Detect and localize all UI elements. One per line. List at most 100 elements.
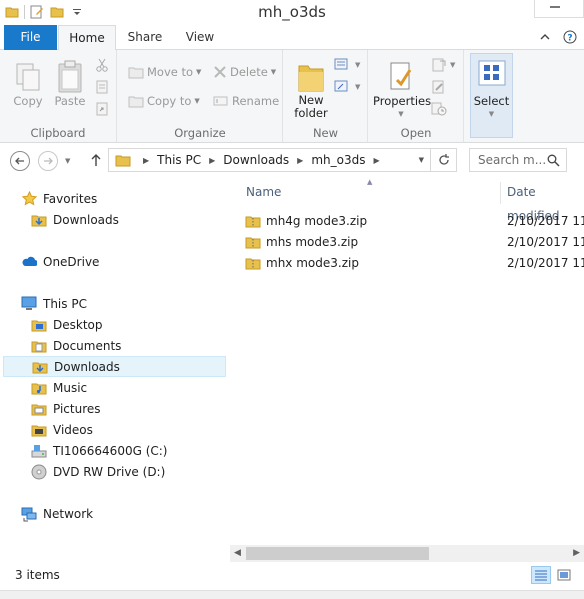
search-input[interactable]: Search m... xyxy=(469,148,567,172)
tab-share[interactable]: Share xyxy=(117,25,173,50)
computer-icon xyxy=(21,296,37,312)
file-row[interactable]: mhx mode3.zip 2/10/2017 11: xyxy=(245,252,584,273)
edit-button[interactable] xyxy=(431,77,447,97)
file-row[interactable]: mh4g mode3.zip 2/10/2017 11: xyxy=(245,210,584,231)
refresh-button[interactable] xyxy=(431,148,457,172)
window-bottom-edge xyxy=(0,590,584,599)
up-button[interactable] xyxy=(89,152,103,168)
edit-icon xyxy=(432,80,444,94)
nav-this-pc[interactable]: This PC xyxy=(0,293,226,314)
properties-button[interactable]: Properties ▼ xyxy=(373,52,431,118)
tab-file[interactable]: File xyxy=(4,25,57,50)
nav-desktop[interactable]: Desktop xyxy=(0,314,226,335)
copy-to-icon xyxy=(128,96,144,108)
new-item-icon xyxy=(334,58,348,70)
select-icon xyxy=(478,60,506,86)
file-row[interactable]: mhs mode3.zip 2/10/2017 11: xyxy=(245,231,584,252)
cut-icon[interactable] xyxy=(95,55,109,75)
tab-view[interactable]: View xyxy=(174,25,226,50)
nav-videos[interactable]: Videos xyxy=(0,419,226,440)
column-divider[interactable] xyxy=(500,182,501,204)
group-open: Properties ▼ ▼ Open xyxy=(369,50,464,143)
large-icons-view-button[interactable] xyxy=(554,566,574,584)
new-folder-icon xyxy=(290,52,332,94)
forward-button[interactable] xyxy=(38,151,58,171)
nav-fav-downloads[interactable]: Downloads xyxy=(0,209,226,230)
breadcrumb-mh-o3ds[interactable]: mh_o3ds xyxy=(311,153,365,167)
open-button[interactable]: ▼ xyxy=(431,55,455,75)
copy-path-icon[interactable] xyxy=(95,77,109,97)
nav-documents[interactable]: Documents xyxy=(0,335,226,356)
file-list: ▲ Name Date modified mh4g mode3.zip 2/10… xyxy=(230,178,584,562)
breadcrumb-this-pc[interactable]: This PC xyxy=(157,153,201,167)
move-to-button[interactable]: Move to ▼ xyxy=(128,62,201,82)
status-bar: 3 items xyxy=(0,562,584,590)
videos-folder-icon xyxy=(31,422,47,438)
select-button[interactable]: Select ▼ xyxy=(470,53,513,138)
sort-ascending-icon: ▲ xyxy=(367,178,373,186)
back-button[interactable] xyxy=(10,151,30,171)
new-item-button[interactable]: ▼ xyxy=(334,55,360,75)
scroll-right-icon[interactable]: ▶ xyxy=(573,548,580,558)
item-count: 3 items xyxy=(15,568,60,582)
help-icon[interactable]: ? xyxy=(563,30,577,44)
nav-pictures[interactable]: Pictures xyxy=(0,398,226,419)
nav-downloads[interactable]: Downloads xyxy=(3,356,226,377)
scrollbar-thumb[interactable] xyxy=(246,547,429,560)
drive-icon xyxy=(31,443,47,459)
open-icon xyxy=(432,58,446,72)
group-label-clipboard: Clipboard xyxy=(30,126,86,140)
star-icon xyxy=(21,191,37,207)
ribbon: Copy Paste Clipboard Move to ▼ Copy to ▼… xyxy=(0,50,584,143)
tab-home[interactable]: Home xyxy=(58,25,116,51)
paste-button[interactable]: Paste xyxy=(52,52,88,108)
svg-text:?: ? xyxy=(567,34,572,44)
address-dropdown-icon[interactable]: ▼ xyxy=(419,156,424,164)
downloads-folder-icon xyxy=(32,359,48,375)
nav-drive-c[interactable]: TI106664600G (C:) xyxy=(0,440,226,461)
horizontal-scrollbar[interactable]: ◀ ▶ xyxy=(230,545,584,562)
paste-shortcut-icon[interactable] xyxy=(95,99,109,119)
copy-button[interactable]: Copy xyxy=(8,52,48,108)
group-clipboard: Copy Paste Clipboard xyxy=(0,50,117,143)
nav-network[interactable]: Network xyxy=(0,503,226,524)
zip-folder-icon xyxy=(245,213,261,229)
onedrive-icon xyxy=(21,254,37,270)
group-new: New folder ▼ ▼ New xyxy=(284,50,368,143)
rename-button[interactable]: Rename xyxy=(213,91,279,111)
navigation-pane: Favorites Downloads OneDrive This PC Des… xyxy=(0,180,228,562)
recent-locations-icon[interactable]: ▼ xyxy=(65,157,70,165)
delete-icon xyxy=(214,66,226,78)
delete-button[interactable]: Delete ▼ xyxy=(213,62,276,82)
scroll-left-icon[interactable]: ◀ xyxy=(234,548,241,558)
zip-folder-icon xyxy=(245,234,261,250)
group-organize: Move to ▼ Copy to ▼ Delete ▼ Rename Orga… xyxy=(118,50,283,143)
history-button[interactable] xyxy=(431,99,447,119)
properties-icon xyxy=(373,52,429,94)
minimize-button[interactable] xyxy=(534,0,584,18)
nav-dvd-drive[interactable]: DVD RW Drive (D:) xyxy=(0,461,226,482)
zip-folder-icon xyxy=(245,255,261,271)
documents-folder-icon xyxy=(31,338,47,354)
new-folder-button[interactable]: New folder xyxy=(290,52,332,120)
music-folder-icon xyxy=(31,380,47,396)
breadcrumb-downloads[interactable]: Downloads xyxy=(223,153,289,167)
ribbon-tabs: File Home Share View ? xyxy=(0,25,584,51)
details-view-button[interactable] xyxy=(531,566,551,584)
search-icon xyxy=(547,154,560,167)
pictures-folder-icon xyxy=(31,401,47,417)
details-view-icon xyxy=(535,570,547,581)
column-header-name[interactable]: Name xyxy=(246,180,281,204)
copy-to-button[interactable]: Copy to ▼ xyxy=(128,91,200,111)
easy-access-button[interactable]: ▼ xyxy=(334,77,360,97)
rename-icon xyxy=(213,96,228,106)
nav-music[interactable]: Music xyxy=(0,377,226,398)
nav-favorites[interactable]: Favorites xyxy=(0,188,226,209)
nav-onedrive[interactable]: OneDrive xyxy=(0,251,226,272)
column-header-date-modified[interactable]: Date modified xyxy=(507,180,584,223)
collapse-ribbon-icon[interactable] xyxy=(540,32,550,42)
group-label-open: Open xyxy=(400,126,432,140)
window-title: mh_o3ds xyxy=(258,3,326,21)
up-icon xyxy=(91,154,101,166)
address-bar[interactable]: ▶ This PC ▶ Downloads ▶ mh_o3ds ▶ ▼ xyxy=(108,148,431,172)
